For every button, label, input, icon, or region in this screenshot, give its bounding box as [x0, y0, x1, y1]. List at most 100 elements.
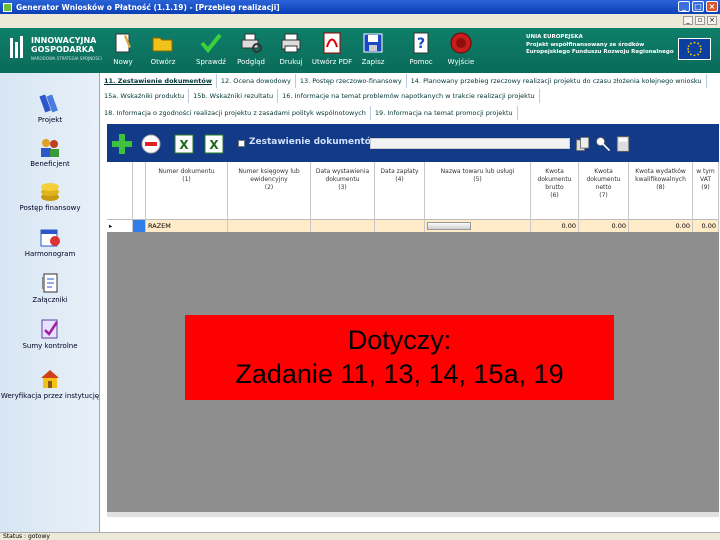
row-dropdown-button[interactable]	[427, 222, 471, 230]
innowacyjna-gospodarka-logo: INNOWACYJNA GOSPODARKA NARODOWA STRATEGI…	[8, 34, 102, 64]
table-cell	[228, 220, 311, 232]
schedule-clock-icon	[40, 229, 60, 247]
calculator-icon[interactable]	[614, 133, 632, 155]
preview-button[interactable]: Podgląd	[231, 31, 271, 66]
new-document-icon	[115, 33, 131, 53]
header-band: INNOWACYJNA GOSPODARKA NARODOWA STRATEGI…	[0, 28, 720, 73]
save-disk-icon	[363, 33, 383, 53]
institution-house-icon	[41, 370, 59, 388]
app-icon	[3, 2, 12, 12]
tab-informacje-problemy[interactable]: 16. Informacje na temat problemów napotk…	[278, 89, 540, 103]
sidebar-item-sumy-kontrolne[interactable]: Sumy kontrolne	[0, 317, 100, 350]
logo-line1: INNOWACYJNA	[31, 35, 97, 45]
panel-toolbar: X X Zestawienie dokumentów	[107, 124, 719, 162]
create-pdf-button[interactable]: Utwórz PDF	[311, 31, 353, 66]
help-button[interactable]: ? Pomoc	[401, 31, 441, 66]
tab-ocena[interactable]: 12. Ocena dowodowy	[217, 74, 296, 88]
sidebar: Projekt Beneficjent Postęp finansowy Har…	[0, 73, 100, 532]
svg-text:X: X	[179, 138, 189, 152]
tab-postep-rzeczowo-finansowy[interactable]: 13. Postęp rzeczowo-finansowy	[296, 74, 407, 88]
print-button[interactable]: Drukuj	[271, 31, 311, 66]
title-bar: Generator Wniosków o Płatność (1.1.19) -…	[0, 0, 720, 14]
open-folder-icon	[152, 37, 173, 52]
main-content: 11. Zestawienie dokumentów 12. Ocena dow…	[100, 73, 720, 532]
child-close-button[interactable]: ×	[707, 16, 717, 25]
panel-title: Zestawienie dokumentów	[249, 137, 380, 147]
row-header-column	[107, 162, 133, 220]
column-header[interactable]: Numer dokumentu (1)	[146, 162, 228, 220]
table-cell	[425, 220, 531, 232]
sidebar-item-beneficjent[interactable]: Beneficjent	[0, 135, 100, 168]
save-button[interactable]: Zapisz	[353, 31, 393, 66]
tab-zgodnosc-polityk[interactable]: 18. Informacja o zgodności realizacji pr…	[100, 106, 371, 120]
tab-wskazniki-produktu[interactable]: 15a. Wskaźniki produktu	[100, 89, 190, 103]
svg-text:?: ?	[417, 36, 425, 52]
table-header: Numer dokumentu (1) Numer księgowy lub ew…	[107, 162, 719, 220]
table-row[interactable]: ▸ RAZEM 0.00 0.00 0.00 0.00	[107, 220, 719, 232]
beneficiary-people-icon	[41, 139, 59, 157]
add-plus-icon[interactable]	[111, 133, 133, 155]
table-cell	[311, 220, 375, 232]
copy-docs-icon[interactable]	[574, 133, 592, 155]
check-button[interactable]: Sprawdź	[191, 31, 231, 66]
amount-eligible-cell: 0.00	[629, 220, 693, 232]
status-bar: Status : gotowy	[0, 532, 720, 540]
tab-wskazniki-rezultatu[interactable]: 15b. Wskaźniki rezultatu	[189, 89, 279, 103]
column-header[interactable]: Kwota dokumentu netto (7)	[579, 162, 629, 220]
tab-promocja-projektu[interactable]: 19. Informacja na temat promocji projekt…	[371, 106, 518, 120]
select-column	[133, 162, 146, 220]
main-toolbar: Nowy Otwórz Sprawdź Podgląd Drukuj Utwór…	[103, 31, 481, 66]
row-marker: ▸	[107, 220, 133, 232]
close-button[interactable]: ×	[706, 1, 718, 12]
column-header[interactable]: w tym VAT (9)	[693, 162, 719, 220]
tab-zestawienie-dokumentow[interactable]: 11. Zestawienie dokumentów	[100, 74, 217, 88]
new-button[interactable]: Nowy	[103, 31, 143, 66]
eu-flag-icon	[678, 38, 711, 60]
column-header[interactable]: Nazwa towaru lub usługi (5)	[425, 162, 531, 220]
filter-key-icon[interactable]	[594, 133, 612, 155]
tab-row-2: 15a. Wskaźniki produktu 15b. Wskaźniki r…	[100, 89, 540, 103]
column-header[interactable]: Data wystawienia dokumentu (3)	[311, 162, 375, 220]
child-restore-button[interactable]: ▫	[695, 16, 705, 25]
checkmark-icon	[200, 33, 222, 54]
column-header[interactable]: Data zapłaty (4)	[375, 162, 425, 220]
panel-checkbox[interactable]	[238, 140, 245, 147]
column-header[interactable]: Kwota wydatków kwalifikowalnych (8)	[629, 162, 693, 220]
logo-subtitle: NARODOWA STRATEGIA SPÓJNOŚCI	[31, 55, 102, 61]
open-button[interactable]: Otwórz	[143, 31, 183, 66]
sidebar-item-projekt[interactable]: Projekt	[0, 91, 100, 124]
excel-export-icon[interactable]: X	[203, 133, 225, 155]
column-header[interactable]: Kwota dokumentu brutto (6)	[531, 162, 579, 220]
amount-net-cell: 0.00	[579, 220, 629, 232]
row-name-cell: RAZEM	[146, 220, 228, 232]
svg-text:X: X	[209, 138, 219, 152]
sidebar-item-postep-finansowy[interactable]: Postęp finansowy	[0, 179, 100, 212]
filter-input[interactable]	[370, 138, 570, 149]
exit-button[interactable]: Wyjście	[441, 31, 481, 66]
horizontal-scrollbar[interactable]	[107, 512, 719, 517]
eu-text: UNIA EUROPEJSKA Projekt współfinansowany…	[526, 34, 674, 55]
printer-icon	[281, 33, 301, 53]
maximize-button[interactable]: □	[692, 1, 704, 12]
sidebar-item-harmonogram[interactable]: Harmonogram	[0, 225, 100, 258]
help-icon: ?	[413, 32, 429, 54]
sidebar-item-zalaczniki[interactable]: Załączniki	[0, 271, 100, 304]
amount-gross-cell: 0.00	[531, 220, 579, 232]
column-header[interactable]: Numer księgowy lub ewidencyjny (2)	[228, 162, 311, 220]
pdf-icon	[323, 32, 341, 54]
amount-vat-cell: 0.00	[693, 220, 719, 232]
table-cell	[375, 220, 425, 232]
logo-line2: GOSPODARKA	[31, 44, 95, 54]
tab-planowany-przebieg[interactable]: 14. Planowany przebieg rzeczowy realizac…	[407, 74, 707, 88]
excel-import-icon[interactable]: X	[173, 133, 195, 155]
row-select-cell[interactable]	[133, 220, 146, 232]
menu-bar: _ ▫ ×	[0, 14, 720, 28]
sidebar-item-weryfikacja[interactable]: Weryfikacja przez instytucję	[0, 367, 100, 400]
annotation-overlay: Dotyczy: Zadanie 11, 13, 14, 15a, 19	[185, 315, 614, 400]
logo-mark-icon	[8, 34, 26, 64]
attachments-icon	[42, 273, 58, 293]
remove-minus-icon[interactable]	[140, 133, 162, 155]
child-minimize-button[interactable]: _	[683, 16, 693, 25]
overlay-line1: Dotyczy:	[347, 325, 452, 355]
minimize-button[interactable]: _	[678, 1, 690, 12]
